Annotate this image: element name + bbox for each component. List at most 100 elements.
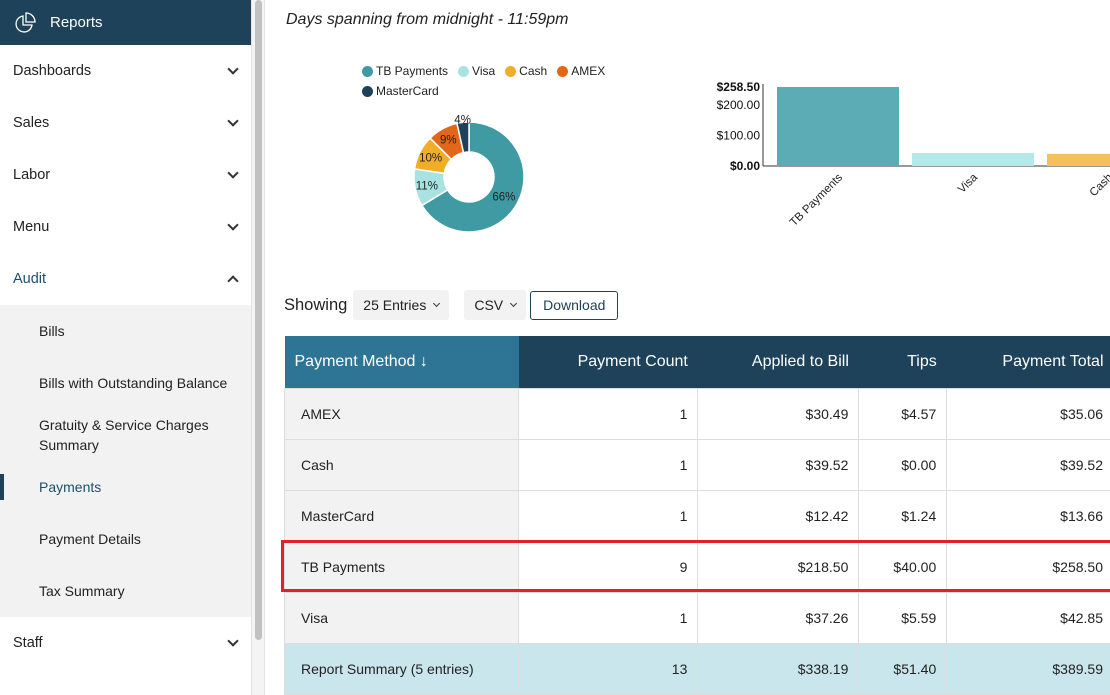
table-row[interactable]: TB Payments 9 $218.50 $40.00 $258.50 xyxy=(284,540,1110,593)
table-cell: $40.00 xyxy=(858,540,948,593)
table-cell: $5.59 xyxy=(858,591,948,644)
table-cell: $42.85 xyxy=(946,591,1110,644)
table-cell: $35.06 xyxy=(946,387,1110,440)
table-cell: $389.59 xyxy=(946,642,1110,695)
table-cell: $258.50 xyxy=(946,540,1110,593)
table-cell: $1.24 xyxy=(858,489,948,542)
y-tick-label: $0.00 xyxy=(730,159,760,173)
table-cell: $39.52 xyxy=(697,438,860,491)
table-row[interactable]: Cash 1 $39.52 $0.00 $39.52 xyxy=(284,438,1110,491)
sidebar-item-labor[interactable]: Labor xyxy=(0,149,251,201)
slice-label: 66% xyxy=(492,192,515,204)
sidebar-item-dashboards[interactable]: Dashboards xyxy=(0,45,251,97)
column-header[interactable]: Payment Total xyxy=(946,336,1110,388)
bar[interactable] xyxy=(777,87,899,166)
table-cell: $51.40 xyxy=(858,642,948,695)
bar-chart: $258.50 $200.00 $100.00 $0.00 TB Payments Vis… xyxy=(717,80,1110,229)
sidebar-header-reports[interactable]: Reports xyxy=(0,0,251,45)
x-tick-label: Visa xyxy=(956,171,981,196)
table-cell: AMEX xyxy=(284,387,519,440)
sidebar-item-menu[interactable]: Menu xyxy=(0,201,251,253)
table-cell: $39.52 xyxy=(946,438,1110,491)
chevron-down-icon xyxy=(227,219,239,231)
bar[interactable] xyxy=(912,152,1034,166)
slice-label: 11% xyxy=(416,180,438,192)
sidebar-subitem-payments[interactable]: Payments xyxy=(0,461,251,513)
scrollbar-thumb[interactable] xyxy=(255,0,262,640)
table-cell: MasterCard xyxy=(284,489,519,542)
legend-swatch xyxy=(362,85,373,97)
sidebar-subitem-bills[interactable]: Bills xyxy=(0,305,251,357)
sidebar-header-label: Reports xyxy=(50,14,103,31)
legend-label: AMEX xyxy=(571,64,606,78)
table-row[interactable]: Visa 1 $37.26 $5.59 $42.85 xyxy=(284,591,1110,644)
entries-value: 25 Entries xyxy=(363,297,427,313)
table-cell: $30.49 xyxy=(697,387,860,440)
chevron-down-icon xyxy=(510,299,518,307)
legend-item[interactable]: AMEX xyxy=(557,64,605,78)
legend-label: Visa xyxy=(472,64,496,78)
slice-label: 10% xyxy=(419,153,442,165)
slice-label: 4% xyxy=(454,114,471,126)
legend-swatch xyxy=(458,65,470,77)
table-cell: $0.00 xyxy=(858,438,948,491)
sidebar-item-label: Staff xyxy=(13,635,43,651)
table-cell: 1 xyxy=(517,489,699,542)
legend-item[interactable]: Cash xyxy=(505,64,547,78)
bar[interactable] xyxy=(1047,153,1110,166)
column-header[interactable]: Payment Method ↓ xyxy=(284,336,519,388)
table-row[interactable]: MasterCard 1 $12.42 $1.24 $13.66 xyxy=(284,489,1110,542)
legend-swatch xyxy=(362,65,373,77)
table-cell: $338.19 xyxy=(697,642,860,695)
sidebar-subitem-bills-with-outstanding-balance[interactable]: Bills with Outstanding Balance xyxy=(0,357,251,409)
sidebar-subitem-payment-details[interactable]: Payment Details xyxy=(0,513,251,565)
column-header[interactable]: Applied to Bill xyxy=(697,336,859,388)
table-cell: 9 xyxy=(517,540,699,593)
legend-swatch xyxy=(557,65,569,77)
legend-item[interactable]: Visa xyxy=(458,64,495,78)
summary-row[interactable]: Report Summary (5 entries) 13 $338.19 $51.4… xyxy=(284,642,1110,695)
donut-chart: 66% 11% 10% 9% 4% xyxy=(413,114,525,233)
column-header[interactable]: Payment Count xyxy=(518,336,698,388)
table-cell: TB Payments xyxy=(284,540,519,593)
legend-item[interactable]: MasterCard xyxy=(362,84,439,98)
table-cell: $37.26 xyxy=(697,591,860,644)
legend-item[interactable]: TB Payments xyxy=(362,64,448,78)
y-tick-label: $200.00 xyxy=(717,98,761,112)
legend-label: MasterCard xyxy=(376,84,439,98)
payments-table: Payment Method ↓ Payment Count Applied to … xyxy=(284,336,1110,695)
sidebar-scrollbar[interactable] xyxy=(251,0,265,695)
table-cell: Report Summary (5 entries) xyxy=(284,642,519,695)
sidebar-item-sales[interactable]: Sales xyxy=(0,97,251,149)
sidebar-item-label: Dashboards xyxy=(13,63,92,79)
table-cell: Cash xyxy=(284,438,519,491)
sidebar-item-label: Menu xyxy=(13,219,50,235)
table-cell: 1 xyxy=(517,438,699,491)
sidebar-item-audit[interactable]: Audit xyxy=(0,253,251,305)
entries-select[interactable]: 25 Entries xyxy=(353,290,450,320)
table-row[interactable]: AMEX 1 $30.49 $4.57 $35.06 xyxy=(284,387,1110,440)
chevron-down-icon xyxy=(227,63,239,75)
download-button[interactable]: Download xyxy=(530,290,619,320)
table-cell: 1 xyxy=(517,387,699,440)
legend-label: TB Payments xyxy=(376,64,449,78)
y-tick-label: $258.50 xyxy=(717,80,761,94)
showing-label: Showing xyxy=(284,295,348,314)
chevron-down-icon xyxy=(433,299,441,307)
chevron-down-icon xyxy=(227,635,239,647)
table-controls: Showing 25 Entries CSV Download xyxy=(284,290,619,320)
column-header[interactable]: Tips xyxy=(858,336,947,388)
format-select[interactable]: CSV xyxy=(464,290,527,320)
table-cell: Visa xyxy=(284,591,519,644)
sidebar-subitem-gratuity-service-charges-summary[interactable]: Gratuity & Service Charges Summary xyxy=(0,409,251,461)
audit-submenu: Bills Bills with Outstanding Balance Gratu… xyxy=(0,305,251,617)
table-cell: $4.57 xyxy=(858,387,948,440)
sidebar-item-staff[interactable]: Staff xyxy=(0,617,251,669)
table-cell: 13 xyxy=(517,642,699,695)
chevron-down-icon xyxy=(227,115,239,127)
sidebar-item-label: Labor xyxy=(13,167,51,183)
legend-label: Cash xyxy=(519,64,548,78)
sidebar-subitem-tax-summary[interactable]: Tax Summary xyxy=(0,565,251,617)
y-tick-label: $100.00 xyxy=(717,128,761,142)
sidebar-item-label: Audit xyxy=(13,271,47,287)
